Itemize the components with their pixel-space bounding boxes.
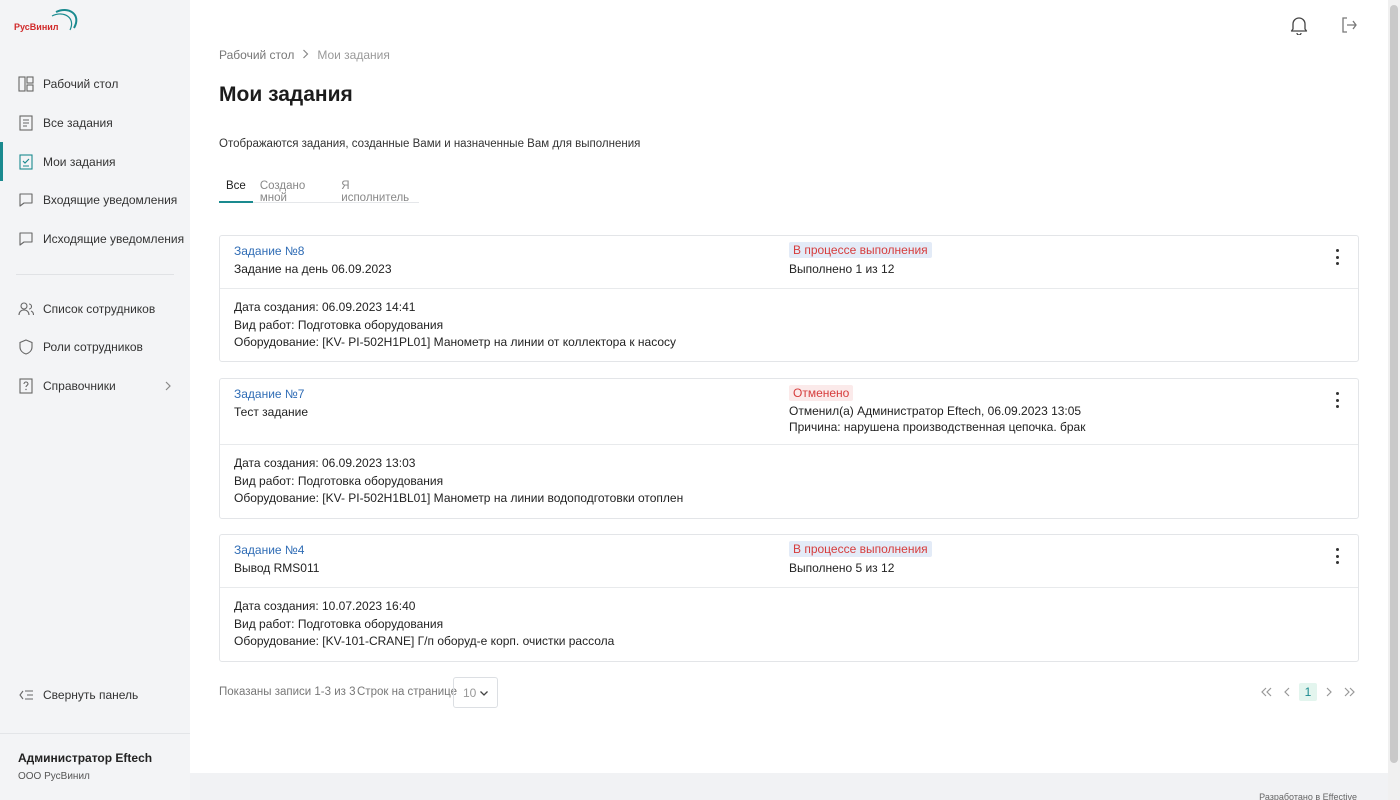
task-card-details: Дата создания: 06.09.2023 13:03 Вид рабо…: [220, 445, 1358, 518]
sidebar-item-outgoing-notifications[interactable]: Исходящие уведомления: [0, 220, 190, 259]
page-subtitle: Отображаются задания, созданные Вами и н…: [219, 138, 641, 150]
status-progress-text: Выполнено 1 из 12: [789, 262, 895, 276]
users-icon: [18, 301, 34, 317]
user-org: ООО РусВинил: [18, 771, 90, 782]
status-cancelled-by: Отменил(а) Администратор Eftech, 06.09.2…: [789, 404, 1082, 418]
brand-logo[interactable]: РусВинил: [14, 8, 84, 36]
status-badge: В процессе выполнения: [789, 541, 932, 557]
task-link[interactable]: Задание №8: [234, 244, 304, 258]
status-progress-text: Выполнено 5 из 12: [789, 561, 895, 575]
collapse-panel-button[interactable]: Свернуть панель: [18, 687, 138, 703]
last-page-icon[interactable]: [1341, 683, 1357, 701]
tab-created-by-me[interactable]: Создано мной: [253, 172, 334, 204]
logo-swoosh-icon: [51, 9, 78, 31]
sidebar-item-all-tasks[interactable]: Все задания: [0, 104, 190, 143]
sidebar: РусВинил Рабочий стол Все задания Мои за…: [0, 0, 190, 800]
sidebar-nav: Рабочий стол Все задания Мои задания Вхо…: [0, 65, 190, 406]
chevron-down-icon: [479, 687, 489, 701]
task-created-date: Дата создания: 06.09.2023 14:41: [234, 300, 416, 314]
prev-page-icon[interactable]: [1279, 683, 1295, 701]
message-icon: [18, 231, 34, 247]
tab-assigned-to-me[interactable]: Я исполнитель: [334, 172, 419, 204]
breadcrumb-item-current: Мои задания: [317, 48, 390, 62]
scrollbar-thumb[interactable]: [1390, 5, 1398, 763]
sidebar-item-label: Исходящие уведомления: [43, 232, 185, 247]
first-page-icon[interactable]: [1259, 683, 1275, 701]
rows-per-page-select[interactable]: 10: [453, 677, 498, 708]
shield-icon: [18, 339, 34, 356]
chevron-right-icon: [164, 380, 172, 394]
logout-icon[interactable]: [1338, 14, 1360, 36]
sidebar-separator: [0, 733, 190, 734]
collapse-icon: [18, 687, 34, 703]
sidebar-item-incoming-notifications[interactable]: Входящие уведомления: [0, 181, 190, 220]
tab-all[interactable]: Все: [219, 172, 253, 203]
my-tasks-icon: [18, 154, 34, 170]
sidebar-item-roles[interactable]: Роли сотрудников: [0, 328, 190, 367]
sidebar-item-label: Справочники: [43, 379, 116, 394]
task-work-type: Вид работ: Подготовка оборудования: [234, 616, 444, 631]
page-scrollbar[interactable]: [1388, 0, 1400, 800]
help-book-icon: [18, 378, 34, 394]
sidebar-item-label: Рабочий стол: [43, 77, 119, 92]
more-options-icon[interactable]: [1330, 390, 1344, 410]
sidebar-item-dashboard[interactable]: Рабочий стол: [0, 65, 190, 104]
task-equipment: Оборудование: [KV- PI-502H1PL01] Маномет…: [234, 335, 677, 350]
task-link[interactable]: Задание №7: [234, 387, 304, 401]
message-icon: [18, 192, 34, 208]
breadcrumb: Рабочий стол Мои задания: [219, 48, 390, 62]
status-cancel-reason: Причина: нарушена производственная цепоч…: [789, 420, 1086, 434]
pagination: 1: [1259, 683, 1357, 701]
task-created-date: Дата создания: 10.07.2023 16:40: [234, 599, 416, 613]
sidebar-item-my-tasks[interactable]: Мои задания: [0, 142, 190, 182]
task-card-header: Задание №4 Вывод RMS011 В процессе выпол…: [220, 535, 1358, 588]
task-name: Тест задание: [234, 405, 309, 419]
tasks-icon: [18, 115, 34, 131]
sidebar-item-label: Мои задания: [43, 154, 116, 169]
task-work-type: Вид работ: Подготовка оборудования: [234, 473, 444, 488]
task-equipment: Оборудование: [KV- PI-502H1BL01] Маномет…: [234, 491, 684, 506]
task-card: Задание №8 Задание на день 06.09.2023 В …: [219, 235, 1359, 362]
collapse-panel-label: Свернуть панель: [43, 688, 139, 702]
nav-divider: [16, 274, 174, 276]
more-options-icon[interactable]: [1330, 546, 1344, 566]
task-equipment: Оборудование: [KV-101-CRANE] Г/п оборуд-…: [234, 634, 615, 649]
status-badge: Отменено: [789, 385, 854, 401]
status-badge: В процессе выполнения: [789, 242, 932, 258]
task-work-type: Вид работ: Подготовка оборудования: [234, 317, 444, 332]
task-card-header: Задание №8 Задание на день 06.09.2023 В …: [220, 236, 1358, 289]
sidebar-item-label: Роли сотрудников: [43, 340, 143, 355]
sidebar-item-label: Все задания: [43, 116, 113, 131]
task-card-details: Дата создания: 10.07.2023 16:40 Вид рабо…: [220, 588, 1358, 661]
developer-credit: Разработано в Effective: [1259, 792, 1357, 800]
rows-per-page-label: Строк на странице: [357, 686, 457, 698]
task-created-date: Дата создания: 06.09.2023 13:03: [234, 456, 416, 470]
task-card-details: Дата создания: 06.09.2023 14:41 Вид рабо…: [220, 289, 1358, 361]
page-number-button[interactable]: 1: [1299, 683, 1317, 701]
tabs: Все Создано мной Я исполнитель: [219, 172, 419, 204]
task-card: Задание №7 Тест задание Отменено Отменил…: [219, 378, 1359, 519]
more-options-icon[interactable]: [1330, 247, 1344, 267]
sidebar-item-label: Список сотрудников: [43, 301, 156, 316]
chevron-right-icon: [302, 48, 309, 62]
sidebar-item-directories[interactable]: Справочники: [0, 367, 190, 406]
sidebar-item-label: Входящие уведомления: [43, 193, 178, 208]
task-name: Вывод RMS011: [234, 561, 320, 575]
records-shown-text: Показаны записи 1-3 из 3: [219, 686, 356, 698]
footer: Разработано в Effective: [190, 773, 1400, 800]
dashboard-icon: [18, 76, 34, 92]
task-link[interactable]: Задание №4: [234, 543, 304, 557]
page-title: Мои задания: [219, 83, 353, 106]
sidebar-item-employees[interactable]: Список сотрудников: [0, 289, 190, 328]
bell-icon[interactable]: [1288, 14, 1310, 36]
task-card-header: Задание №7 Тест задание Отменено Отменил…: [220, 379, 1358, 445]
user-name: Администратор Eftech: [18, 751, 153, 765]
rows-per-page-value: 10: [463, 685, 477, 700]
task-card: Задание №4 Вывод RMS011 В процессе выпол…: [219, 534, 1359, 662]
topbar-actions: [1288, 14, 1360, 36]
next-page-icon[interactable]: [1321, 683, 1337, 701]
breadcrumb-item-dashboard[interactable]: Рабочий стол: [219, 48, 294, 62]
task-name: Задание на день 06.09.2023: [234, 262, 392, 276]
